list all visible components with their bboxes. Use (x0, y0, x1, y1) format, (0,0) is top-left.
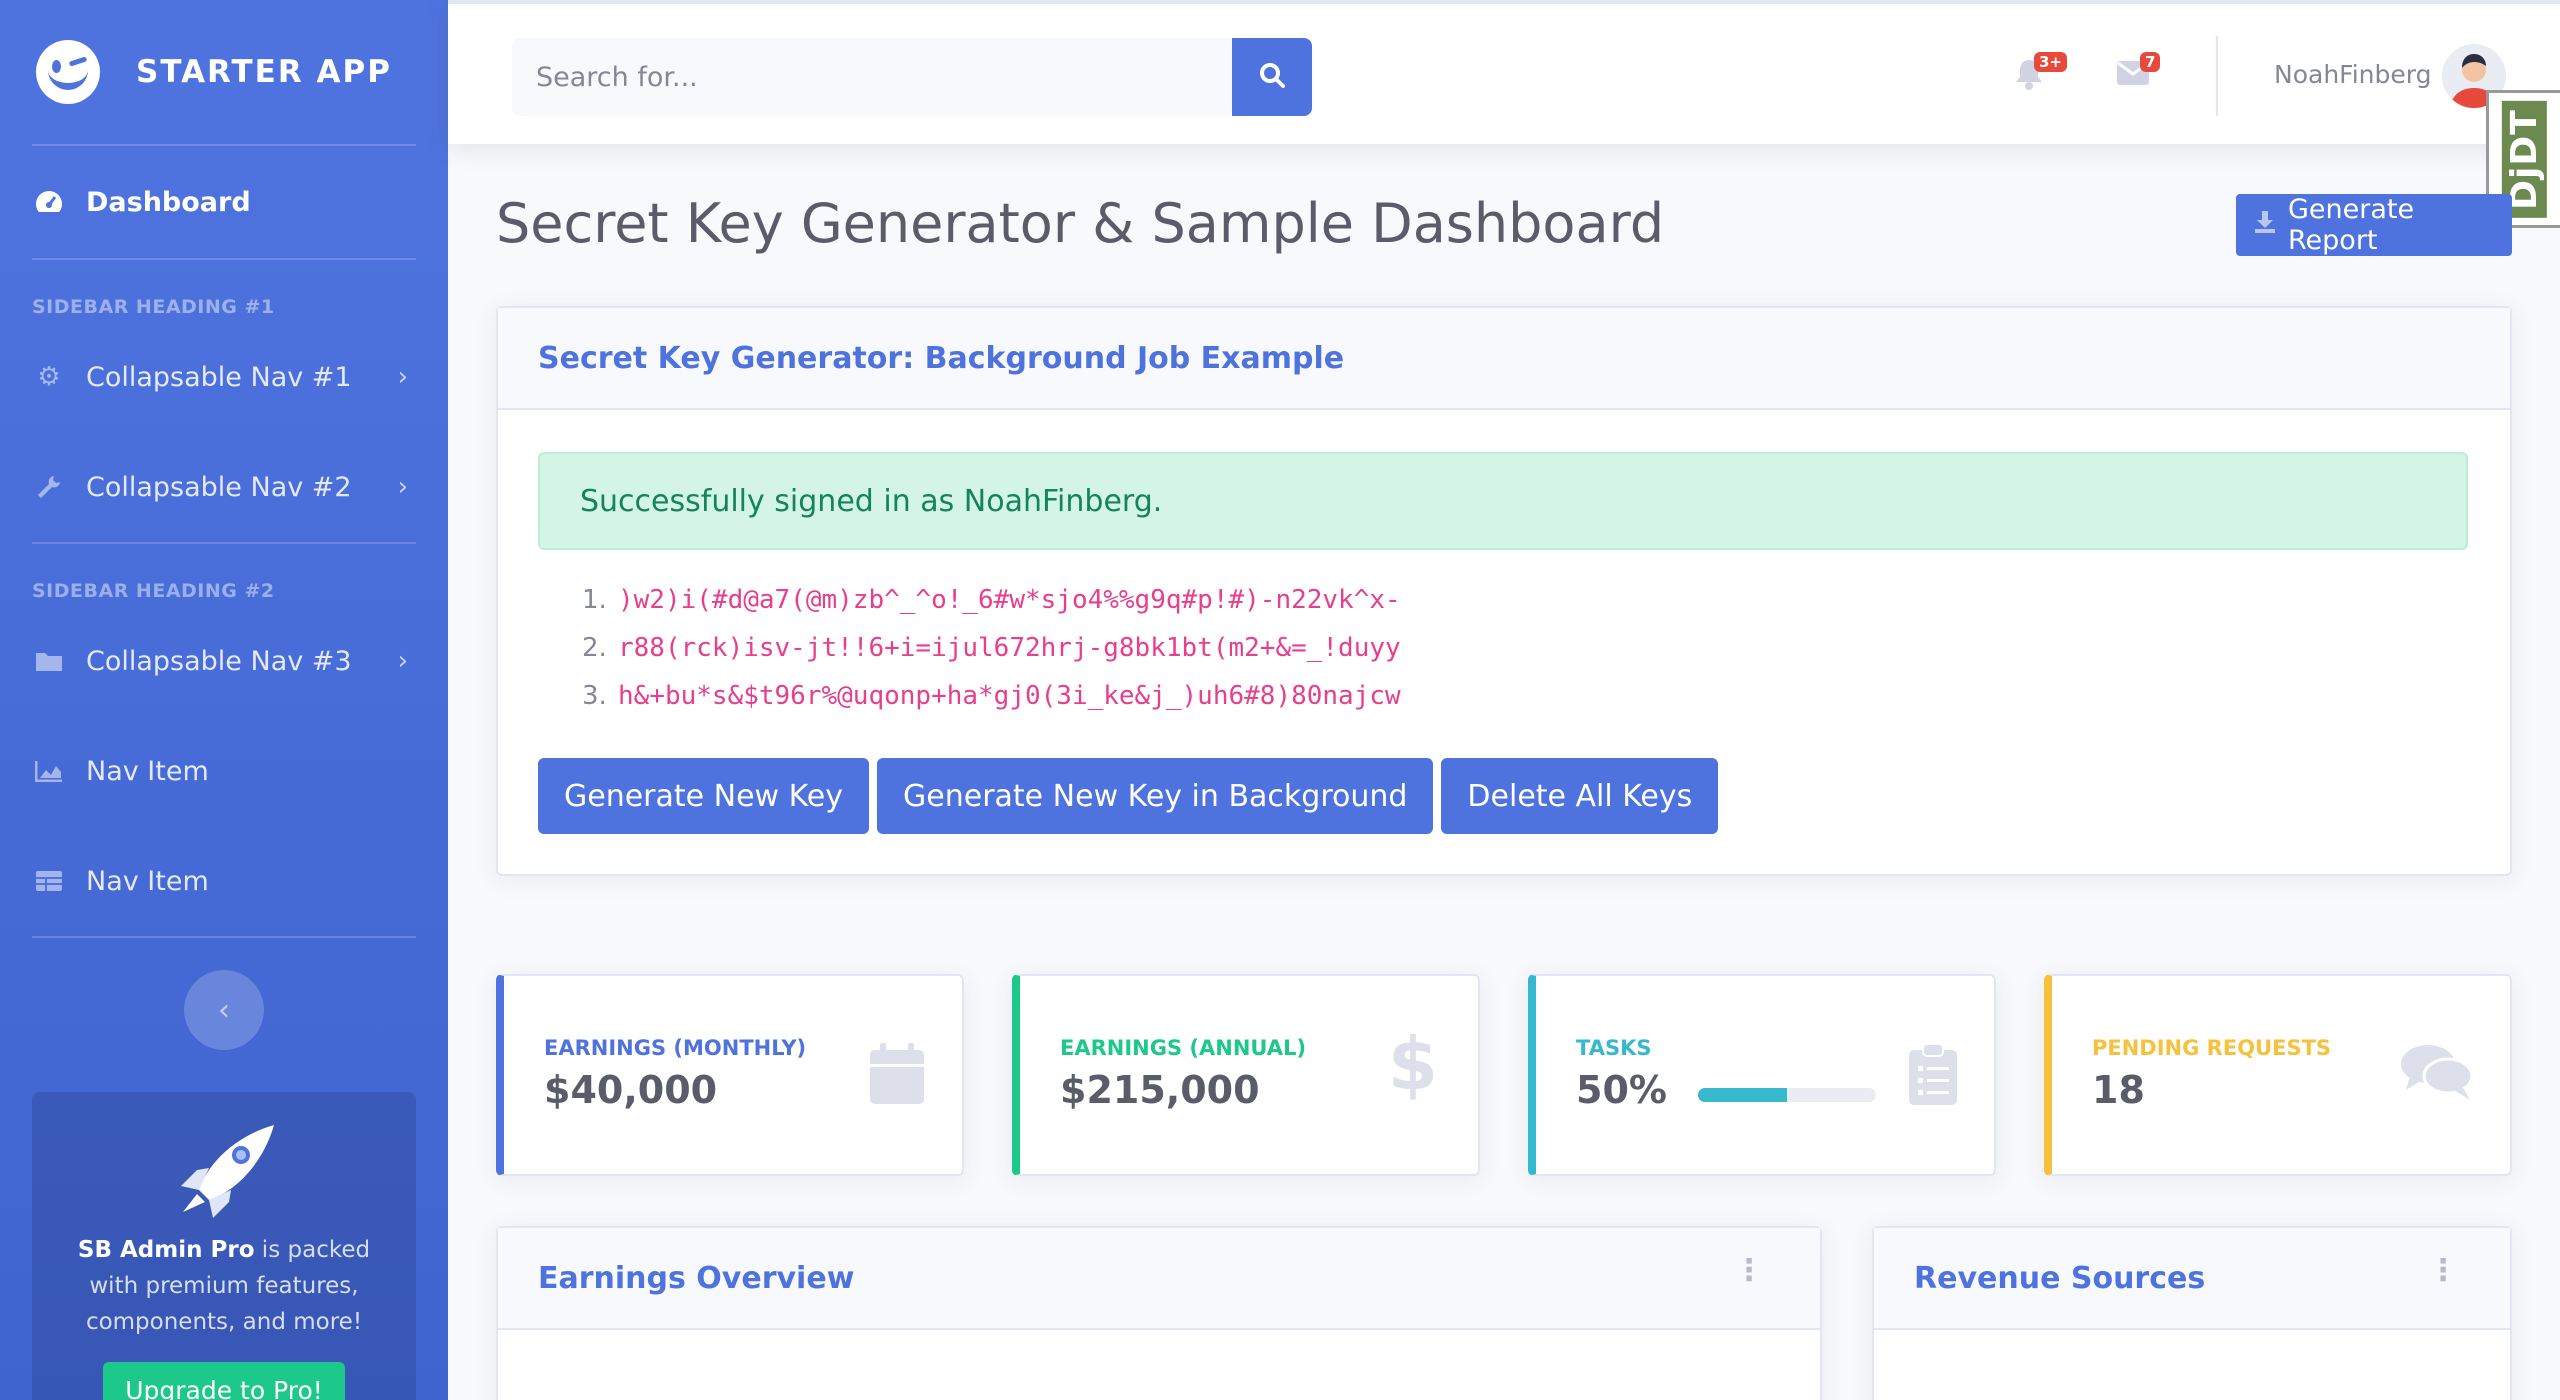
ellipsis-vertical-icon[interactable]: ⋮ (1734, 1256, 1764, 1286)
secret-key: )w2)i(#d@a7(@m)zb^_^o!_6#w*sjo4%%g9q#p!#… (618, 585, 1401, 615)
download-icon (2254, 210, 2276, 241)
key-list: 1.)w2)i(#d@a7(@m)zb^_^o!_6#w*sjo4%%g9q#p… (582, 576, 1401, 720)
sidebar-toggle-button[interactable]: ‹ (184, 970, 264, 1050)
cog-icon: ⚙ (37, 362, 61, 392)
generate-key-background-button[interactable]: Generate New Key in Background (877, 758, 1434, 834)
chevron-right-icon: › (397, 362, 408, 392)
key-actions: Generate New Key Generate New Key in Bac… (538, 758, 1719, 834)
sidebar-item-collapsable-1[interactable]: ⚙ Collapsable Nav #1 › (0, 322, 448, 432)
messages-badge: 7 (2140, 52, 2161, 72)
sidebar-divider (32, 936, 416, 938)
chevron-right-icon: › (397, 646, 408, 676)
promo-product-name: SB Admin Pro (77, 1237, 255, 1263)
chevron-left-icon: ‹ (218, 992, 230, 1028)
brand-name: STARTER APP (136, 54, 392, 90)
rocket-icon (32, 1120, 416, 1224)
ellipsis-vertical-icon[interactable]: ⋮ (2428, 1256, 2458, 1286)
promo-text: SB Admin Pro is packed with premium feat… (32, 1232, 416, 1340)
sidebar-promo-card: SB Admin Pro is packed with premium feat… (32, 1092, 416, 1400)
list-item: 2. r88(rck)isv-jt!!6+i=ijul672hrj-g8bk1bt… (582, 633, 1401, 663)
sidebar-item-label: Collapsable Nav #3 (86, 645, 352, 677)
alerts-dropdown[interactable]: 3+ (2014, 52, 2068, 94)
topbar: 3+ 7 NoahFinberg DjDT (448, 0, 2560, 228)
sidebar-item-label: Nav Item (86, 865, 209, 897)
stat-card-tasks: TASKS 50% (1528, 974, 1996, 1176)
calendar-icon (868, 1042, 926, 1110)
user-name[interactable]: NoahFinberg (2274, 60, 2431, 89)
stat-value: $215,000 (1060, 1068, 1260, 1112)
generate-report-button[interactable]: Generate Report (2236, 194, 2512, 256)
sidebar-item-label: Collapsable Nav #1 (86, 361, 352, 393)
sidebar-item-dashboard[interactable]: Dashboard (0, 146, 448, 258)
sidebar-item-collapsable-2[interactable]: Collapsable Nav #2 › (0, 432, 448, 542)
stat-value: 50% (1576, 1068, 1667, 1112)
search-form (512, 38, 1312, 116)
card-title: Revenue Sources ⋮ (1874, 1228, 2510, 1330)
laugh-wink-icon (36, 40, 100, 104)
search-input[interactable] (512, 38, 1232, 116)
secret-key: h&+bu*s&$t96r%@uqonp+ha*gj0(3i_ke&j_)uh6… (618, 681, 1401, 711)
search-icon (1258, 61, 1286, 93)
table-icon (34, 866, 64, 896)
page-title: Secret Key Generator & Sample Dashboard (496, 192, 1665, 255)
chevron-right-icon: › (397, 472, 408, 502)
brand-link[interactable]: STARTER APP (0, 0, 448, 144)
topbar-divider (2216, 36, 2218, 116)
tachometer-icon (34, 187, 64, 217)
delete-all-keys-button[interactable]: Delete All Keys (1441, 758, 1719, 834)
stat-card-earnings-annual: EARNINGS (ANNUAL) $215,000 $ (1012, 974, 1480, 1176)
key-generator-card: Secret Key Generator: Background Job Exa… (496, 306, 2512, 876)
sidebar-item-label: Collapsable Nav #2 (86, 471, 352, 503)
earnings-overview-title: Earnings Overview (538, 1260, 855, 1296)
sidebar: STARTER APP Dashboard SIDEBAR HEADING #1… (0, 0, 448, 1400)
list-item: 3. h&+bu*s&$t96r%@uqonp+ha*gj0(3i_ke&j_)u… (582, 681, 1401, 711)
sidebar-item-label: Dashboard (86, 186, 251, 218)
generate-new-key-button[interactable]: Generate New Key (538, 758, 870, 834)
sidebar-item-nav-5[interactable]: Nav Item (0, 826, 448, 936)
revenue-sources-card: Revenue Sources ⋮ (1872, 1226, 2512, 1400)
card-title: Secret Key Generator: Background Job Exa… (498, 308, 2510, 410)
sidebar-item-collapsable-3[interactable]: Collapsable Nav #3 › (0, 606, 448, 716)
search-button[interactable] (1232, 38, 1312, 116)
stat-card-pending-requests: PENDING REQUESTS 18 (2044, 974, 2512, 1176)
stat-label: PENDING REQUESTS (2092, 1036, 2332, 1060)
stat-label: EARNINGS (ANNUAL) (1060, 1036, 1307, 1060)
bell-icon (2014, 60, 2044, 94)
success-alert: Successfully signed in as NoahFinberg. (538, 452, 2468, 550)
comments-icon (2400, 1042, 2474, 1106)
upgrade-button[interactable]: Upgrade to Pro! (103, 1362, 345, 1400)
clipboard-list-icon (1908, 1042, 1958, 1110)
progress-fill (1698, 1088, 1787, 1102)
dollar-icon: $ (1387, 1022, 1438, 1106)
revenue-sources-title: Revenue Sources (1914, 1260, 2206, 1296)
secret-key: r88(rck)isv-jt!!6+i=ijul672hrj-g8bk1bt(m… (618, 633, 1401, 663)
messages-dropdown[interactable]: 7 (2116, 52, 2161, 90)
stat-card-earnings-monthly: EARNINGS (MONTHLY) $40,000 (496, 974, 964, 1176)
alerts-badge: 3+ (2034, 52, 2068, 72)
sidebar-heading: SIDEBAR HEADING #2 (32, 580, 275, 602)
sidebar-heading: SIDEBAR HEADING #1 (32, 296, 275, 318)
stat-value: $40,000 (544, 1068, 718, 1112)
generate-report-label: Generate Report (2288, 194, 2415, 256)
chart-area-icon (34, 756, 64, 786)
card-title: Earnings Overview ⋮ (498, 1228, 1820, 1330)
stat-value: 18 (2092, 1068, 2145, 1112)
list-item: 1.)w2)i(#d@a7(@m)zb^_^o!_6#w*sjo4%%g9q#p… (582, 585, 1401, 615)
sidebar-item-nav-4[interactable]: Nav Item (0, 716, 448, 826)
earnings-overview-card: Earnings Overview ⋮ (496, 1226, 1822, 1400)
sidebar-item-label: Nav Item (86, 755, 209, 787)
folder-icon (34, 646, 64, 676)
stat-label: TASKS (1576, 1036, 1652, 1060)
wrench-icon (34, 472, 64, 502)
envelope-icon (2116, 61, 2150, 90)
stat-label: EARNINGS (MONTHLY) (544, 1036, 807, 1060)
tasks-progress-bar (1698, 1088, 1876, 1102)
